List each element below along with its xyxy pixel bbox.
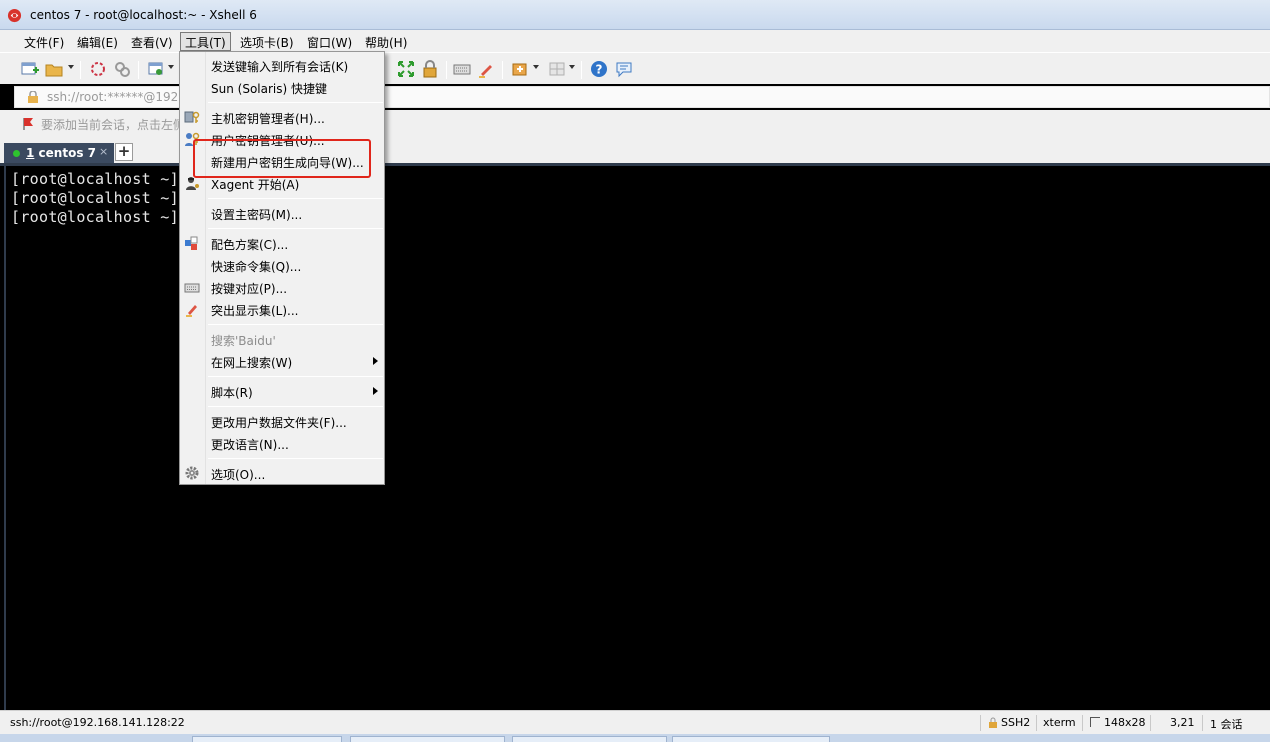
menu-edit[interactable]: 编辑(E) bbox=[72, 32, 123, 51]
chat-icon[interactable] bbox=[614, 59, 634, 79]
window-title: centos 7 - root@localhost:~ - Xshell 6 bbox=[30, 8, 257, 22]
reconnect-icon[interactable] bbox=[112, 59, 132, 79]
menu-set-master-password[interactable]: 设置主密码(M)... bbox=[182, 202, 382, 224]
menu-item-label: Sun (Solaris) 快捷键 bbox=[211, 82, 327, 96]
menu-separator bbox=[208, 324, 383, 325]
cursor-position-status: 3,21 bbox=[1170, 716, 1195, 729]
connection-string: ssh://root@192.168.141.128:22 bbox=[10, 716, 185, 729]
submenu-arrow-icon bbox=[373, 357, 378, 365]
menu-item-label: 更改语言(N)... bbox=[211, 438, 289, 452]
lock-icon bbox=[989, 717, 997, 728]
menu-tools[interactable]: 工具(T) bbox=[180, 32, 231, 51]
taskbar-item[interactable] bbox=[192, 736, 342, 742]
title-bar: centos 7 - root@localhost:~ - Xshell 6 bbox=[0, 0, 1270, 30]
gear-icon bbox=[185, 466, 199, 480]
session-count-status: 1 会话 bbox=[1210, 718, 1243, 731]
highlight-annotation-box bbox=[193, 139, 371, 178]
connected-status-icon bbox=[13, 150, 20, 157]
menu-item-label: 选项(O)... bbox=[211, 468, 266, 482]
menu-separator bbox=[208, 406, 383, 407]
menu-separator bbox=[208, 458, 383, 459]
layout-icon[interactable] bbox=[547, 59, 567, 79]
keyboard-icon bbox=[184, 283, 200, 293]
terminal-line: [root@localhost ~]# bbox=[11, 208, 189, 226]
terminal-size-status: 148x28 bbox=[1104, 716, 1146, 729]
menu-item-label: 脚本(R) bbox=[211, 386, 253, 400]
menu-item-label: 按键对应(P)... bbox=[211, 282, 288, 296]
menu-item-label: 在网上搜索(W) bbox=[211, 356, 293, 370]
bookmark-flag-icon bbox=[23, 118, 33, 130]
terminal-type-status: xterm bbox=[1043, 716, 1076, 729]
menu-window[interactable]: 窗口(W) bbox=[302, 32, 357, 51]
menu-send-key-input[interactable]: 发送键输入到所有会话(K) bbox=[182, 54, 382, 76]
menu-item-label: 突出显示集(L)... bbox=[211, 304, 299, 318]
help-icon[interactable]: ? bbox=[589, 59, 609, 79]
menu-item-label: 发送键输入到所有会话(K) bbox=[211, 60, 349, 74]
close-tab-icon[interactable]: × bbox=[99, 145, 108, 158]
taskbar bbox=[0, 734, 1270, 742]
menu-item-label: 设置主密码(M)... bbox=[211, 208, 303, 222]
color-scheme-icon bbox=[185, 236, 198, 250]
disconnect-icon[interactable] bbox=[88, 59, 108, 79]
menu-highlight-sets[interactable]: 突出显示集(L)... bbox=[182, 298, 382, 320]
new-session-icon[interactable] bbox=[20, 59, 40, 79]
tab-centos-7[interactable]: 1 centos 7 × bbox=[4, 143, 114, 163]
menu-view[interactable]: 查看(V) bbox=[126, 32, 178, 51]
menu-item-label: 更改用户数据文件夹(F)... bbox=[211, 416, 347, 430]
status-bar: ssh://root@192.168.141.128:22 SSH2 xterm… bbox=[0, 710, 1270, 734]
highlight-pen-icon bbox=[186, 305, 197, 317]
menu-options[interactable]: 选项(O)... bbox=[182, 462, 382, 484]
menu-separator bbox=[208, 102, 383, 103]
tools-menu: 发送键输入到所有会话(K) Sun (Solaris) 快捷键 主机密钥管理者(… bbox=[179, 51, 385, 485]
new-tab-button[interactable]: + bbox=[115, 143, 133, 161]
menu-host-key-manager[interactable]: 主机密钥管理者(H)... bbox=[182, 106, 382, 128]
fullscreen-icon[interactable] bbox=[396, 59, 416, 79]
menu-sun-solaris-keys[interactable]: Sun (Solaris) 快捷键 bbox=[182, 76, 382, 98]
tab-label: 1 centos 7 bbox=[26, 146, 96, 160]
menu-separator bbox=[208, 376, 383, 377]
menu-separator bbox=[208, 228, 383, 229]
menu-change-language[interactable]: 更改语言(N)... bbox=[182, 432, 382, 454]
protocol-status: SSH2 bbox=[1001, 716, 1031, 729]
menu-change-user-data-folder[interactable]: 更改用户数据文件夹(F)... bbox=[182, 410, 382, 432]
menu-help[interactable]: 帮助(H) bbox=[360, 32, 412, 51]
host-key-icon bbox=[184, 111, 200, 123]
menu-quick-commands[interactable]: 快速命令集(Q)... bbox=[182, 254, 382, 276]
menu-tabs[interactable]: 选项卡(B) bbox=[235, 32, 299, 51]
highlight-icon[interactable] bbox=[476, 59, 496, 79]
hint-text: 要添加当前会话，点击左侧 bbox=[41, 118, 186, 132]
terminal-line: [root@localhost ~]# bbox=[11, 170, 189, 188]
menu-item-label: Xagent 开始(A) bbox=[211, 178, 300, 192]
menu-search-web[interactable]: 在网上搜索(W) bbox=[182, 350, 382, 372]
menu-separator bbox=[208, 198, 383, 199]
menu-file[interactable]: 文件(F) bbox=[19, 32, 69, 51]
menu-item-label: 搜索'Baidu' bbox=[211, 334, 276, 348]
xshell-logo-icon bbox=[7, 8, 22, 23]
lock-icon bbox=[28, 91, 38, 103]
menu-script[interactable]: 脚本(R) bbox=[182, 380, 382, 402]
menu-item-label: 主机密钥管理者(H)... bbox=[211, 112, 325, 126]
open-folder-icon[interactable] bbox=[44, 59, 64, 79]
taskbar-item[interactable] bbox=[512, 736, 667, 742]
keyboard-icon[interactable] bbox=[452, 59, 472, 79]
menu-key-mapping[interactable]: 按键对应(P)... bbox=[182, 276, 382, 298]
taskbar-item[interactable] bbox=[672, 736, 830, 742]
new-window-icon[interactable] bbox=[146, 59, 166, 79]
add-tab-icon[interactable] bbox=[510, 59, 530, 79]
menu-color-scheme[interactable]: 配色方案(C)... bbox=[182, 232, 382, 254]
resize-icon bbox=[1090, 717, 1100, 727]
terminal-line: [root@localhost ~]# bbox=[11, 189, 189, 207]
menu-bar: 文件(F) 编辑(E) 查看(V) 工具(T) 选项卡(B) 窗口(W) 帮助(… bbox=[0, 30, 1270, 52]
taskbar-item[interactable] bbox=[350, 736, 505, 742]
menu-item-label: 快速命令集(Q)... bbox=[211, 260, 302, 274]
lock-icon[interactable] bbox=[420, 59, 440, 79]
svg-text:?: ? bbox=[596, 63, 603, 77]
submenu-arrow-icon bbox=[373, 387, 378, 395]
menu-search-baidu: 搜索'Baidu' bbox=[182, 328, 382, 350]
menu-item-label: 配色方案(C)... bbox=[211, 238, 289, 252]
address-input[interactable]: ssh://root:******@192.1 bbox=[47, 90, 190, 104]
